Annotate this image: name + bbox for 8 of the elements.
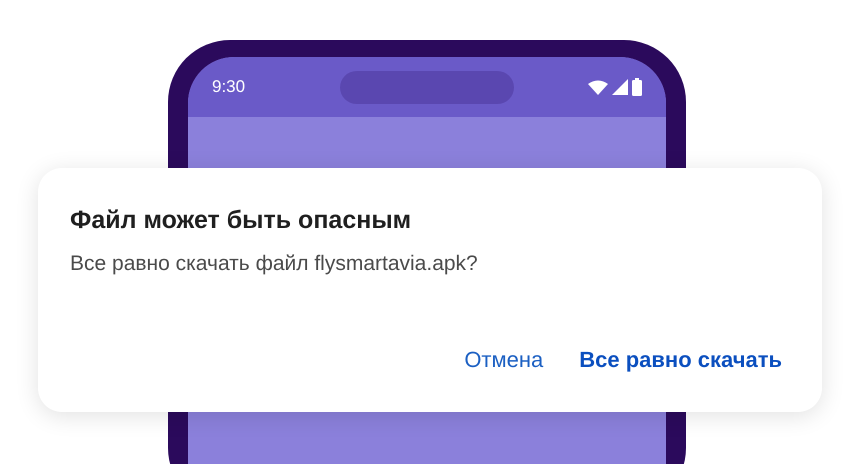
wifi-icon (588, 80, 608, 94)
signal-icon (612, 79, 628, 95)
cancel-button[interactable]: Отмена (456, 337, 552, 382)
status-time: 9:30 (212, 76, 246, 98)
dialog-message: Все равно скачать файл flysmartavia.apk? (70, 251, 479, 277)
dialog-title: Файл может быть опасным (70, 205, 412, 236)
battery-icon (632, 78, 642, 96)
confirm-button[interactable]: Все равно скачать (571, 337, 790, 382)
